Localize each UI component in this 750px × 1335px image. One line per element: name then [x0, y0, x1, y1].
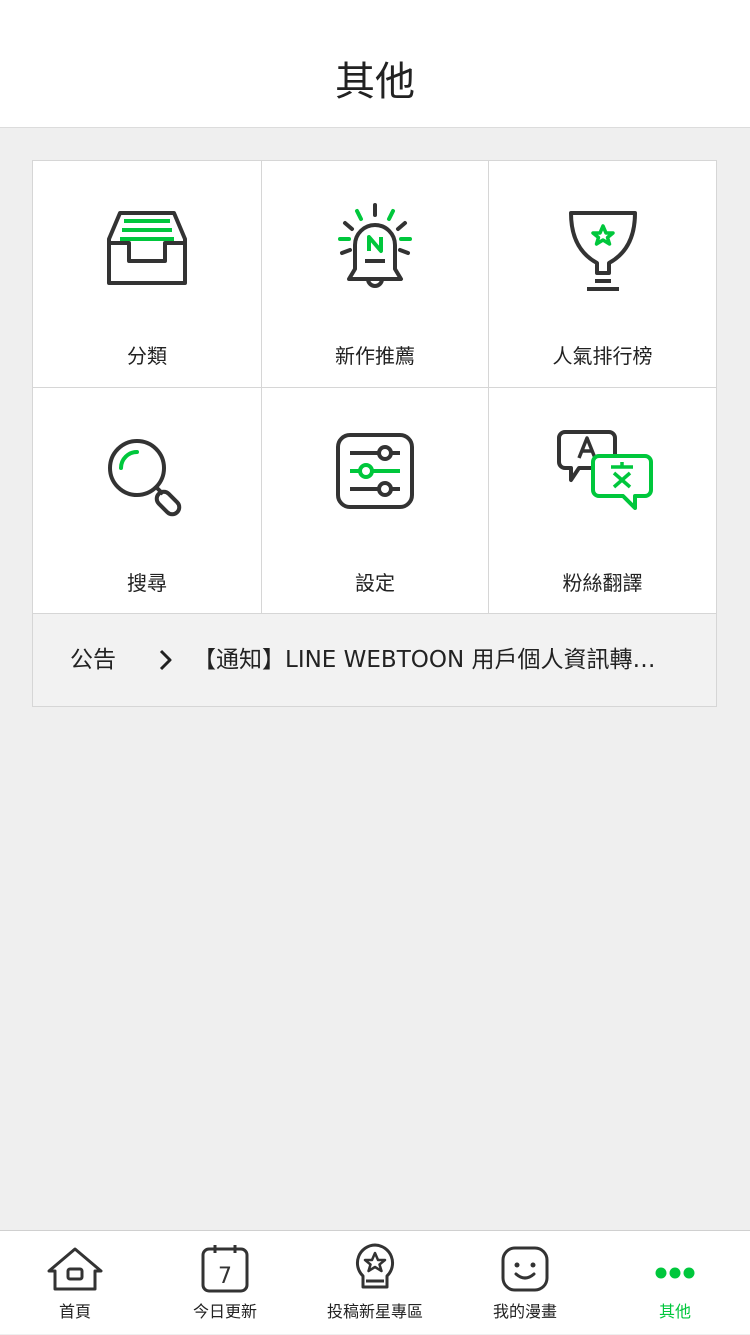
tab-my-comics[interactable]: 我的漫畫	[450, 1231, 600, 1335]
menu-item-settings[interactable]: 設定	[262, 388, 488, 614]
tab-discover[interactable]: 投稿新星專區	[300, 1231, 450, 1335]
chevron-right-icon	[159, 649, 172, 671]
menu-item-label: 分類	[127, 344, 167, 368]
menu-item-category[interactable]: 分類	[33, 161, 261, 387]
tab-label: 投稿新星專區	[326, 1302, 423, 1321]
menu-item-label: 新作推薦	[335, 344, 415, 368]
menu-item-search[interactable]: 搜尋	[33, 388, 261, 614]
tab-more[interactable]: 其他	[600, 1231, 750, 1335]
calendar-day-number: 7	[218, 1264, 232, 1289]
tab-label: 我的漫畫	[492, 1302, 557, 1321]
smiley-icon	[501, 1246, 549, 1292]
notice-label: 公告	[70, 647, 116, 673]
home-icon	[47, 1247, 103, 1291]
translate-bubbles-icon	[556, 430, 653, 510]
bottom-tab-bar: 首頁 7 今日更新 投稿新星專區 我的漫畫 其他	[0, 1230, 750, 1334]
menu-item-label: 設定	[355, 571, 395, 595]
menu-item-fan-translation[interactable]: 粉絲翻譯	[489, 388, 716, 614]
menu-item-new-releases[interactable]: 新作推薦	[262, 161, 488, 387]
tab-home[interactable]: 首頁	[0, 1231, 150, 1335]
menu-item-label: 搜尋	[127, 571, 167, 595]
tab-daily[interactable]: 7 今日更新	[150, 1231, 300, 1335]
calendar-7-icon: 7	[201, 1245, 249, 1293]
tab-label: 首頁	[58, 1302, 91, 1321]
more-dots-icon	[655, 1267, 695, 1279]
menu-grid: 分類 新作推薦 人氣排行榜 搜尋 設定 粉絲翻譯	[32, 160, 717, 614]
menu-item-label: 人氣排行榜	[552, 344, 653, 368]
sliders-icon	[336, 433, 414, 509]
new-bell-icon	[338, 203, 412, 288]
menu-item-label: 粉絲翻譯	[562, 571, 643, 595]
tab-label: 今日更新	[192, 1302, 257, 1321]
star-bulb-icon	[355, 1243, 395, 1289]
notice-headline[interactable]: 【通知】LINE WEBTOON 用戶個人資訊轉…	[193, 644, 693, 676]
page-title: 其他	[335, 59, 415, 105]
tab-label: 其他	[658, 1302, 691, 1321]
trophy-cup-icon	[568, 211, 637, 291]
menu-item-ranking[interactable]: 人氣排行榜	[489, 161, 716, 387]
magnifier-icon	[108, 439, 182, 517]
notice-bar[interactable]: 公告 【通知】LINE WEBTOON 用戶個人資訊轉…	[32, 614, 717, 707]
top-header: 其他	[0, 0, 750, 128]
inbox-tray-icon	[107, 211, 187, 285]
